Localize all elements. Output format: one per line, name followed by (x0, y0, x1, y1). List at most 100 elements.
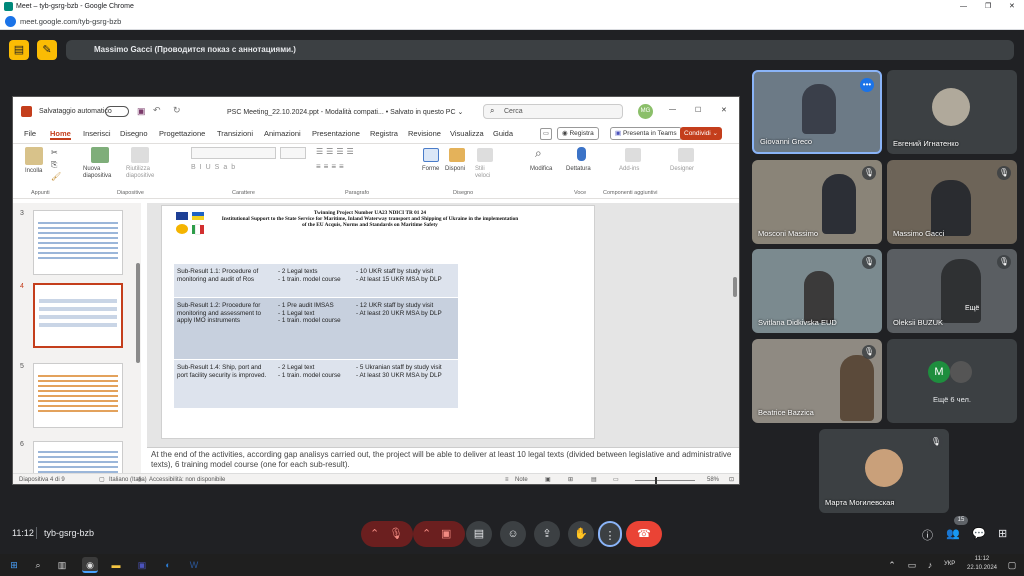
clock-time[interactable]: 11:12 (962, 556, 1002, 562)
chevron-up-icon[interactable]: ⌃ (422, 521, 431, 547)
slideshow-view-icon[interactable]: ▭ (613, 474, 619, 484)
add-ins-icon[interactable] (625, 148, 641, 162)
new-slide-icon[interactable] (91, 147, 109, 163)
ppt-maximize-icon[interactable]: ☐ (695, 106, 701, 114)
slide-thumbnail-6[interactable] (33, 441, 123, 473)
explorer-taskbar-icon[interactable]: ▬ (108, 557, 124, 573)
participant-tile[interactable]: 🎙 Марта Могилевская (819, 429, 949, 513)
annotate-icon[interactable]: ✎ (37, 40, 57, 60)
designer-icon[interactable] (678, 148, 694, 162)
paste-label[interactable]: Incolla (25, 168, 42, 174)
zoom-slider-thumb[interactable] (655, 477, 657, 484)
ppt-minimize-icon[interactable]: — (669, 106, 676, 113)
notes-button[interactable]: Note (515, 474, 528, 484)
format-painter-icon[interactable]: 🖌 (51, 172, 61, 181)
slide-thumbnail-5[interactable] (33, 363, 123, 428)
notes-icon[interactable]: ≡ (505, 474, 509, 484)
participant-tile[interactable]: 🎙 Massimo Gacci (887, 160, 1017, 244)
font-format-icons[interactable]: BIUSab (191, 164, 239, 171)
menu-transizioni[interactable]: Transizioni (217, 129, 253, 138)
participant-tile[interactable]: 🎙 Ещё Oleksii BUZUK (887, 249, 1017, 333)
undo-icon[interactable]: ↶ (153, 105, 161, 116)
cut-icon[interactable]: ✂ (51, 148, 58, 157)
autosave-toggle[interactable] (105, 106, 129, 117)
site-info-icon[interactable] (5, 16, 16, 27)
participant-tile[interactable]: 🎙 Mosconi Massimo (752, 160, 882, 244)
raise-hand-button[interactable]: ✋ (568, 521, 594, 547)
chevron-up-icon[interactable]: ⌃ (370, 521, 379, 547)
keyboard-language[interactable]: УКР (944, 561, 955, 567)
present-screen-button[interactable]: ⇪ (534, 521, 560, 547)
menu-home[interactable]: Home (50, 129, 71, 140)
participant-tile[interactable]: Евгений Игнатенко (887, 70, 1017, 154)
menu-registra[interactable]: Registra (370, 129, 398, 138)
arrange-label[interactable]: Disponi (445, 166, 465, 172)
participant-tile[interactable]: ••• Giovanni Greco (752, 70, 882, 154)
quick-styles-icon[interactable] (477, 148, 493, 162)
edge-taskbar-icon[interactable]: ◐ (160, 557, 176, 573)
share-button[interactable]: Condividi ⌄ (680, 127, 722, 140)
save-icon[interactable]: ▣ (137, 106, 146, 117)
thumbs-scrollbar[interactable] (136, 263, 140, 363)
url-text[interactable]: meet.google.com/tyb-gsrg-bzb (20, 13, 121, 30)
notifications-icon[interactable]: ▢ (1004, 557, 1020, 573)
designer-label[interactable]: Designer (670, 166, 694, 172)
current-slide[interactable]: Twinning Project Number UA23 NDICI TR 01… (161, 205, 595, 439)
more-options-button[interactable]: ⋮ (598, 521, 622, 547)
windows-start-icon[interactable]: ⊞ (6, 557, 22, 573)
editing-icon[interactable]: ⌕ (535, 146, 542, 161)
redo-icon[interactable]: ↻ (173, 105, 181, 116)
task-view-icon[interactable]: ▥ (54, 557, 70, 573)
end-call-button[interactable]: ☎ (626, 521, 662, 547)
speaker-notes[interactable]: At the end of the activities, according … (147, 447, 739, 471)
menu-inserisci[interactable]: Inserisci (83, 129, 111, 138)
shapes-icon[interactable] (423, 148, 439, 162)
ppt-close-icon[interactable]: ✕ (721, 106, 727, 114)
dictate-label[interactable]: Dettatura (566, 166, 591, 172)
reading-view-icon[interactable]: ▤ (591, 474, 597, 484)
network-icon[interactable]: ▭ (904, 557, 920, 573)
align-icons[interactable]: ≡≡≡≡ (316, 162, 347, 171)
dictate-icon[interactable] (577, 147, 586, 161)
arrange-icon[interactable] (449, 148, 465, 162)
close-window-icon[interactable]: ✕ (1009, 0, 1015, 13)
chrome-taskbar-icon[interactable]: ◉ (82, 557, 98, 573)
captions-button[interactable]: ▤ (466, 521, 492, 547)
font-size-select[interactable] (280, 147, 306, 159)
participant-tile[interactable]: 🎙 Svitlana Didkivska EUD (752, 249, 882, 333)
more-participants-tile[interactable]: M Ещё 6 чел. (887, 339, 1017, 423)
sorter-view-icon[interactable]: ⊞ (568, 474, 573, 484)
menu-presentazione[interactable]: Presentazione (312, 129, 360, 138)
paste-icon[interactable] (25, 147, 43, 165)
reuse-slides-label[interactable]: Riutilizza diapositive (126, 166, 160, 180)
participant-tile[interactable]: 🎙 Beatrice Bazzica (752, 339, 882, 423)
word-taskbar-icon[interactable]: W (186, 557, 202, 573)
list-icons[interactable]: ☰☰☰☰ (316, 147, 357, 156)
minimize-icon[interactable]: — (960, 0, 967, 13)
more-options-icon[interactable]: ••• (860, 78, 874, 92)
slide-thumbnail-3[interactable] (33, 210, 123, 275)
copy-icon[interactable]: ⎘ (51, 160, 57, 170)
menu-disegno[interactable]: Disegno (120, 129, 148, 138)
chat-icon[interactable]: 💬 (972, 527, 986, 540)
add-ins-label[interactable]: Add-ins (619, 166, 639, 172)
zoom-slider[interactable] (635, 480, 695, 481)
menu-visualizza[interactable]: Visualizza (450, 129, 484, 138)
reactions-button[interactable]: ☺ (500, 521, 526, 547)
new-slide-label[interactable]: Nuova diapositiva (83, 166, 119, 180)
document-title[interactable]: PSC Meeting_22.10.2024.ppt - Modalità co… (227, 108, 463, 116)
accessibility-label[interactable]: Accessibilità: non disponibile (149, 474, 225, 484)
menu-animazioni[interactable]: Animazioni (264, 129, 301, 138)
zoom-level[interactable]: 58% (707, 474, 719, 484)
menu-guida[interactable]: Guida (493, 129, 513, 138)
people-icon[interactable]: 👥 (946, 527, 960, 540)
mic-toggle-button[interactable]: ⌃ 🎙 (361, 521, 413, 547)
volume-icon[interactable]: ♪ (922, 557, 938, 573)
spellcheck-icon[interactable]: ▢ (99, 474, 105, 484)
menu-revisione[interactable]: Revisione (408, 129, 441, 138)
maximize-icon[interactable]: ❐ (985, 0, 991, 13)
fit-slide-icon[interactable]: ⊡ (729, 474, 734, 484)
quick-styles-label[interactable]: Stili veloci (475, 166, 497, 180)
info-icon[interactable]: ⓘ (922, 527, 933, 543)
accessibility-icon[interactable]: ◎ (137, 474, 142, 484)
